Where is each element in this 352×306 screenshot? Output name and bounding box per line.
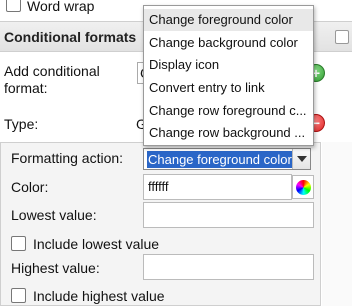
dropdown-option-change-row-foreground[interactable]: Change row foreground c... xyxy=(144,100,313,122)
add-conditional-label-line1: Add conditional xyxy=(4,63,100,79)
color-wheel-icon xyxy=(296,180,311,195)
word-wrap-checkbox[interactable] xyxy=(6,0,21,12)
formatting-action-select[interactable]: Change foreground color xyxy=(143,148,311,170)
dropdown-option-display-icon[interactable]: Display icon xyxy=(144,54,313,76)
color-label: Color: xyxy=(11,179,49,195)
highest-value-input[interactable] xyxy=(143,254,314,280)
formatting-action-label: Formatting action: xyxy=(11,150,124,166)
highest-value-label: Highest value: xyxy=(11,260,100,276)
dropdown-option-convert-entry-to-link[interactable]: Convert entry to link xyxy=(144,77,313,99)
lowest-value-input[interactable] xyxy=(143,202,314,228)
include-highest-checkbox[interactable] xyxy=(11,288,26,303)
dropdown-option-change-row-background[interactable]: Change row background ... xyxy=(144,122,313,144)
section-title: Conditional formats xyxy=(4,29,137,45)
collapse-icon[interactable] xyxy=(335,30,349,44)
type-label: Type: xyxy=(4,116,39,132)
formatting-action-dropdown: Change foreground color Change backgroun… xyxy=(143,5,314,146)
color-picker-button[interactable] xyxy=(292,175,314,199)
formatting-action-selected: Change foreground color xyxy=(147,151,293,168)
lowest-value-label: Lowest value: xyxy=(11,207,97,223)
dropdown-option-change-background-color[interactable]: Change background color xyxy=(144,32,313,54)
include-highest-label: Include highest value xyxy=(33,288,165,304)
add-conditional-label-line2: format: xyxy=(4,80,48,96)
scrollbar[interactable] xyxy=(322,142,352,306)
word-wrap-label: Word wrap xyxy=(27,0,95,14)
include-lowest-checkbox[interactable] xyxy=(11,236,26,251)
chevron-down-icon[interactable] xyxy=(292,149,310,169)
include-lowest-label: Include lowest value xyxy=(33,236,160,252)
dropdown-option-change-foreground-color[interactable]: Change foreground color xyxy=(144,9,313,31)
color-input[interactable]: ffffff xyxy=(143,174,292,200)
